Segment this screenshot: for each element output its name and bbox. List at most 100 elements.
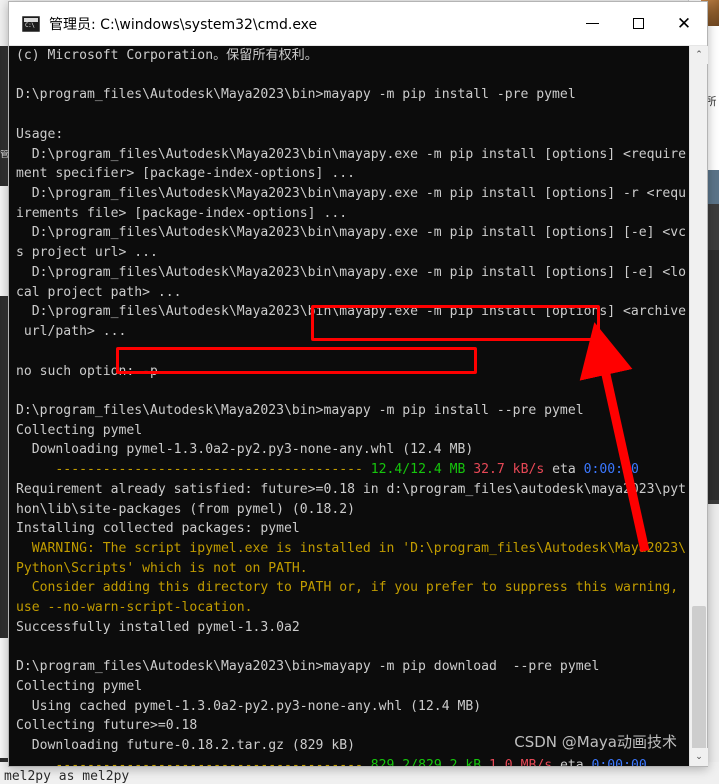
console-line — [16, 105, 700, 125]
console-segment: 12.4/12.4 MB — [370, 462, 466, 478]
console-line: Downloading pymel-1.3.0a2-py2.py3-none-a… — [16, 440, 700, 460]
console-line: irements file> [package-index-options] .… — [16, 204, 700, 224]
console-line: ment specifier> [package-index-options] … — [16, 164, 700, 184]
console-line: D:\program_files\Autodesk\Maya2023\bin>m… — [16, 657, 700, 677]
console-segment — [16, 383, 24, 398]
console-line — [16, 381, 700, 401]
console-segment: eta — [552, 757, 592, 766]
console-line: D:\program_files\Autodesk\Maya2023\bin>m… — [16, 85, 700, 105]
console-segment: Collecting future>=0.18 — [16, 718, 198, 734]
console-line: Collecting pymel — [16, 421, 700, 441]
console-line: --------------------------------------- … — [16, 756, 700, 766]
console-line: Using cached pymel-1.3.0a2-py2.py3-none-… — [16, 697, 700, 717]
console-line: use --no-warn-script-location. — [16, 598, 700, 618]
console-line — [16, 638, 700, 658]
install-command-highlight-box — [311, 305, 600, 341]
maximize-button[interactable] — [615, 2, 661, 46]
console-segment: use --no-warn-script-location. — [16, 600, 253, 616]
console-line: Python\Scripts' which is not on PATH. — [16, 559, 700, 579]
window-titlebar[interactable]: 管理员: C:\windows\system32\cmd.exe ✕ — [9, 2, 707, 46]
console-segment: D:\program_files\Autodesk\Maya2023\bin>m… — [16, 87, 576, 103]
console-segment: Collecting pymel — [16, 679, 143, 694]
console-segment: 1.0 MB/s — [489, 757, 553, 766]
console-segment: 829.2/829.2 kB — [370, 757, 482, 766]
wheel-filename-highlight-box — [116, 347, 477, 374]
console-line: Requirement already satisfied: future>=0… — [16, 480, 700, 500]
console-segment: Successfully installed pymel-1.3.0a2 — [16, 619, 300, 635]
console-line: Usage: — [16, 125, 700, 145]
console-segment — [16, 344, 24, 359]
console-segment: Downloading pymel-1.3.0a2-py2.py3-none-a… — [16, 442, 474, 458]
console-segment: D:\program_files\Autodesk\Maya2023\bin\m… — [16, 186, 687, 202]
console-segment: D:\program_files\Autodesk\Maya2023\bin>m… — [16, 402, 584, 418]
console-segment: Installing collected packages: pymel — [16, 521, 300, 537]
console-segment: D:\program_files\Autodesk\Maya2023\bin>m… — [16, 659, 600, 675]
console-line: Successfully installed pymel-1.3.0a2 — [16, 618, 700, 638]
console-line: s project url> ... — [16, 243, 700, 263]
maximize-icon — [632, 18, 644, 29]
console-line: D:\program_files\Autodesk\Maya2023\bin\m… — [16, 184, 700, 204]
console-segment — [16, 68, 24, 83]
console-segment: irements file> [package-index-options] .… — [16, 205, 348, 221]
minimize-button[interactable] — [569, 2, 615, 46]
cmd-icon — [22, 15, 40, 32]
scrollbar-thumb[interactable] — [692, 606, 706, 756]
console-line: Consider adding this directory to PATH o… — [16, 578, 700, 598]
console-segment: Collecting pymel — [16, 422, 143, 438]
console-segment: eta — [544, 462, 584, 478]
console-segment — [16, 462, 55, 477]
minimize-icon — [585, 23, 599, 24]
console-line: D:\program_files\Autodesk\Maya2023\bin>m… — [16, 401, 700, 421]
console-segment — [16, 640, 24, 655]
console-segment: --------------------------------------- — [55, 462, 363, 478]
console-segment — [481, 758, 489, 766]
console-line: --------------------------------------- … — [16, 460, 700, 480]
console-segment: Using cached pymel-1.3.0a2-py2.py3-none-… — [16, 698, 482, 714]
console-segment: (c) Microsoft Corporation。保留所有权利。 — [16, 48, 318, 63]
console-segment: url/path> ... — [16, 324, 127, 340]
console-segment: WARNING: The script ipymel.exe is instal… — [16, 540, 687, 556]
console-segment — [363, 758, 371, 766]
csdn-watermark: CSDN @Maya动画技术 — [514, 733, 677, 751]
console-segment: 0:00:00 — [591, 757, 647, 766]
console-line: Collecting pymel — [16, 677, 700, 697]
screenshot-root: 管 理 员 命 令 提 示 符 言 所 mel2py as mel2py 管理员… — [0, 0, 719, 784]
console-segment: 32.7 kB/s — [473, 462, 545, 478]
console-line: D:\program_files\Autodesk\Maya2023\bin\m… — [16, 223, 700, 243]
console-line — [16, 66, 700, 86]
console-line: WARNING: The script ipymel.exe is instal… — [16, 539, 700, 559]
console-segment: Python\Scripts' which is not on PATH. — [16, 560, 308, 576]
console-segment: D:\program_files\Autodesk\Maya2023\bin\m… — [16, 264, 687, 280]
scroll-up-icon[interactable]: ⌃ — [690, 46, 708, 64]
console-line: hon\lib\site-packages (from pymel) (0.18… — [16, 500, 700, 520]
console-segment: Usage: — [16, 126, 64, 142]
console-segment — [16, 758, 55, 766]
close-button[interactable]: ✕ — [661, 2, 707, 46]
console-segment: Consider adding this directory to PATH o… — [16, 580, 679, 596]
window-controls: ✕ — [569, 2, 707, 46]
console-segment — [363, 462, 371, 477]
console-line: (c) Microsoft Corporation。保留所有权利。 — [16, 46, 700, 66]
console-output-area[interactable]: (c) Microsoft Corporation。保留所有权利。 D:\pro… — [9, 46, 707, 766]
console-scrollbar[interactable]: ⌃ ⌄ — [689, 46, 708, 766]
console-segment: ment specifier> [package-index-options] … — [16, 166, 355, 182]
console-text: (c) Microsoft Corporation。保留所有权利。 D:\pro… — [16, 46, 700, 766]
console-segment: s project url> ... — [16, 245, 158, 261]
console-segment: --------------------------------------- — [55, 757, 363, 766]
console-line: Installing collected packages: pymel — [16, 519, 700, 539]
console-line: D:\program_files\Autodesk\Maya2023\bin\m… — [16, 145, 700, 165]
window-title: 管理员: C:\windows\system32\cmd.exe — [49, 16, 318, 33]
console-line: cal project path> ... — [16, 283, 700, 303]
console-segment: cal project path> ... — [16, 284, 182, 300]
console-line: D:\program_files\Autodesk\Maya2023\bin\m… — [16, 263, 700, 283]
background-bottom-code-text: mel2py as mel2py — [4, 769, 130, 784]
cmd-window[interactable]: 管理员: C:\windows\system32\cmd.exe ✕ (c) M… — [8, 1, 708, 767]
console-segment: Downloading future-0.18.2.tar.gz (829 kB… — [16, 738, 355, 754]
console-segment — [16, 107, 24, 122]
console-segment: D:\program_files\Autodesk\Maya2023\bin\m… — [16, 146, 687, 162]
close-icon: ✕ — [676, 13, 692, 34]
console-segment: 0:00:00 — [583, 462, 639, 478]
console-segment: Requirement already satisfied: future>=0… — [16, 481, 687, 497]
console-segment: hon\lib\site-packages (from pymel) (0.18… — [16, 501, 355, 517]
scroll-down-icon[interactable]: ⌄ — [690, 748, 708, 766]
